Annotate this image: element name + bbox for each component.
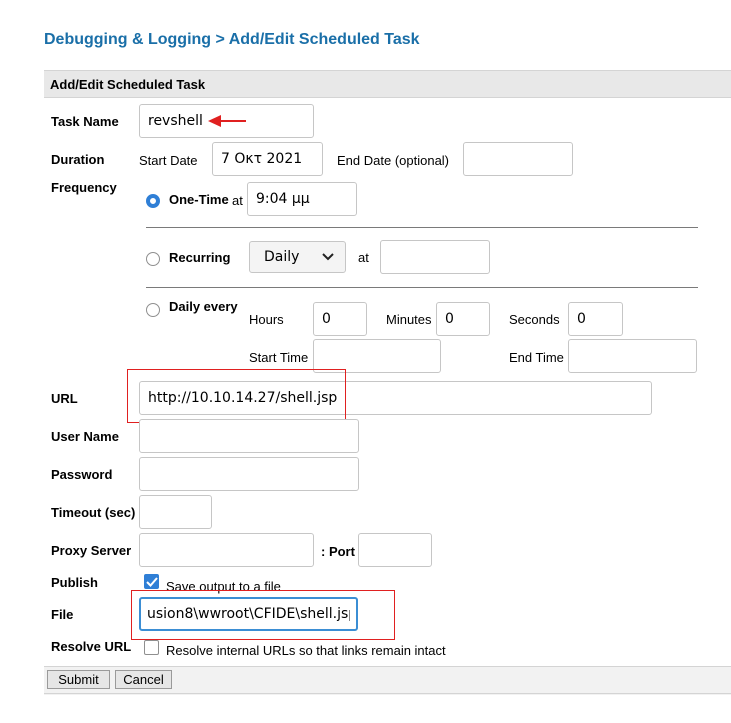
recurring-select[interactable]: Daily [249, 241, 346, 273]
url-highlight-box [127, 369, 346, 423]
timeout-input[interactable] [139, 495, 212, 529]
timeout-label: Timeout (sec) [51, 505, 136, 520]
start-date-label: Start Date [139, 153, 198, 168]
hours-input[interactable] [313, 302, 367, 336]
resolve-url-checkbox[interactable] [144, 640, 159, 655]
file-label: File [51, 607, 74, 622]
user-name-input[interactable] [139, 419, 359, 453]
checkmark-icon [146, 577, 158, 587]
start-time-label: Start Time [249, 350, 309, 365]
minutes-label: Minutes [386, 312, 432, 327]
submit-button[interactable]: Submit [47, 670, 110, 689]
one-time-radio[interactable] [146, 194, 160, 208]
minutes-input[interactable] [436, 302, 490, 336]
duration-label: Duration [51, 152, 105, 167]
recurring-label: Recurring [169, 250, 231, 265]
password-label: Password [51, 467, 113, 482]
start-date-input[interactable] [212, 142, 323, 176]
end-date-input[interactable] [463, 142, 573, 176]
resolve-url-label: Resolve URL [51, 639, 132, 654]
port-input[interactable] [358, 533, 432, 567]
end-date-label: End Date (optional) [337, 153, 450, 168]
seconds-label: Seconds [509, 312, 560, 327]
chevron-down-icon [322, 253, 334, 261]
port-label: : Port [321, 544, 355, 559]
divider [146, 287, 698, 288]
resolve-url-text: Resolve internal URLs so that links rema… [166, 643, 446, 658]
divider [146, 227, 698, 228]
seconds-input[interactable] [568, 302, 623, 336]
password-input[interactable] [139, 457, 359, 491]
daily-every-label: Daily every [169, 299, 238, 314]
task-name-label: Task Name [51, 114, 119, 129]
end-time-label: End Time [509, 350, 564, 365]
section-title: Add/Edit Scheduled Task [50, 77, 206, 92]
recurring-at-label: at [358, 250, 369, 265]
one-time-at-input[interactable] [247, 182, 357, 216]
one-time-at-label: at [232, 193, 243, 208]
recurring-select-value: Daily [264, 249, 300, 265]
recurring-at-input[interactable] [380, 240, 490, 274]
hours-label: Hours [249, 312, 284, 327]
annotation-arrow-icon [208, 115, 246, 127]
cancel-button[interactable]: Cancel [115, 670, 172, 689]
end-time-input[interactable] [568, 339, 697, 373]
divider [44, 693, 731, 694]
page-title: Debugging & Logging > Add/Edit Scheduled… [44, 31, 420, 48]
frequency-label: Frequency [51, 180, 117, 195]
daily-every-radio[interactable] [146, 303, 160, 317]
file-highlight-box [131, 590, 395, 640]
save-output-checkbox[interactable] [144, 574, 159, 589]
publish-label: Publish [51, 575, 98, 590]
url-label: URL [51, 391, 78, 406]
start-time-input[interactable] [313, 339, 441, 373]
recurring-radio[interactable] [146, 252, 160, 266]
one-time-label: One-Time [169, 192, 229, 207]
proxy-server-input[interactable] [139, 533, 314, 567]
user-name-label: User Name [51, 429, 119, 444]
proxy-server-label: Proxy Server [51, 543, 132, 558]
